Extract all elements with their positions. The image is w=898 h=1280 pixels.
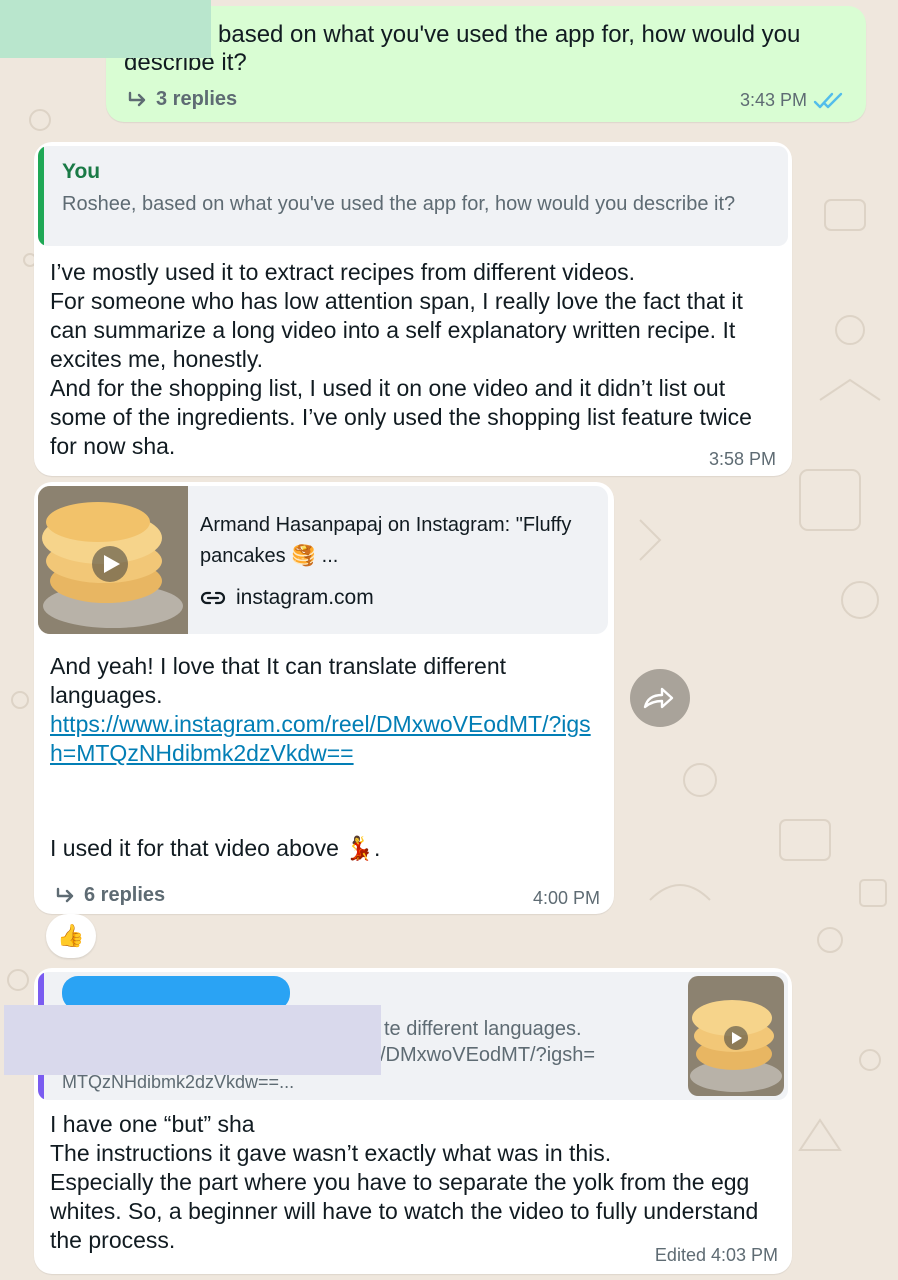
instagram-link[interactable]: https://www.instagram.com/reel/DMxwoVEod… [50,710,600,768]
quote-thumbnail [688,976,784,1096]
link-icon [200,591,226,605]
quote-fragment-1: te different languages. [384,1018,582,1040]
preview-domain-row: instagram.com [200,586,374,610]
time-label: 3:43 PM [740,90,808,110]
pancake-image [688,976,784,1096]
message-time: 3:58 PM [708,449,776,469]
replies-count: 6 replies [84,884,166,906]
pancake-image [38,486,188,634]
incoming-message-bubble[interactable]: Armand Hasanpapaj on Instagram: "Fluffy … [34,482,614,914]
outgoing-message-bubble[interactable]: based on what you've used the app for, h… [106,6,866,122]
message-time: Edited 4:03 PM [654,1245,778,1265]
message-text: And yeah! I love that It can translate d… [50,653,513,708]
double-check-icon [813,92,843,108]
quote-text: Roshee, based on what you've used the ap… [62,193,736,215]
message-time: 3:43 PM [740,90,845,111]
reply-arrow-icon [56,887,74,902]
incoming-message-bubble[interactable]: You Roshee, based on what you've used th… [34,142,792,476]
message-text-2: I used it for that video above 💃. [50,835,381,861]
link-preview-card[interactable]: Armand Hasanpapaj on Instagram: "Fluffy … [38,486,608,634]
message-time: 4:00 PM [532,888,600,908]
thread-replies-link[interactable]: 6 replies [54,884,165,907]
thumbs-up-reaction: 👍 [57,923,85,948]
quote-author: You [62,160,101,183]
message-text-line-1: based on what you've used the app for, h… [218,21,801,48]
preview-domain: instagram.com [236,586,374,609]
thread-replies-link[interactable]: 3 replies [126,88,237,111]
message-text: I have one “but” sha The instructions it… [50,1111,759,1253]
redaction-block [4,1005,381,1075]
reaction-badge[interactable]: 👍 [46,914,96,958]
reply-arrow-icon [128,91,146,106]
message-text: I’ve mostly used it to extract recipes f… [50,259,752,459]
quoted-message[interactable]: You Roshee, based on what you've used th… [38,146,788,246]
quote-fragment-3: MTQzNHdibmk2dzVkdw==... [62,1072,295,1092]
preview-thumbnail [38,486,188,634]
forward-icon [643,687,674,709]
quote-fragment-2: /DMxwoVEodMT/?igsh= [380,1044,596,1066]
forward-button[interactable] [630,669,690,727]
replies-count: 3 replies [156,88,238,110]
preview-title: Armand Hasanpapaj on Instagram: "Fluffy … [200,514,572,567]
quote-accent-bar [38,146,44,246]
redaction-block [0,0,211,58]
